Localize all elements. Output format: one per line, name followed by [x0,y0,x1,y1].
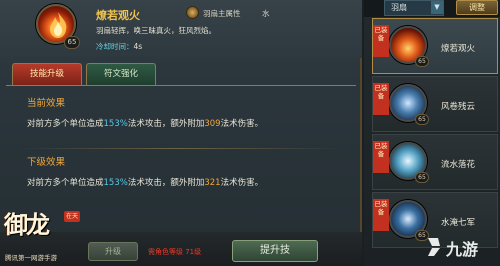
weapon-filter-label: 羽扇 [391,3,407,12]
sidebar-header: 羽扇 ▼ 调整 [364,0,500,17]
skill-list-item[interactable]: 65 流水落花 已装备 [372,134,498,190]
chevron-down-icon[interactable]: ▼ [431,1,443,14]
upgrade-button[interactable]: 升级 [88,242,138,261]
skill-list-item[interactable]: 65 风卷残云 已装备 [372,76,498,132]
fan-attribute-icon [186,6,199,19]
equipped-badge: 已装备 [373,25,389,57]
skill-header: 65 燎若观火 羽扇主属性 水 羽扇轻挥，唤三昧真火，狂风烈焰。 冷却时间：4s [0,0,362,58]
next-effect-title: 下级效果 [27,157,66,168]
next-effect-percent: 153% [103,178,128,188]
level-requirement: 需角色等级 71级 [148,248,202,256]
logo-title: 御龙 [4,210,50,239]
attribute-value: 水 [262,9,270,18]
game-logo: 御龙 在天 腾讯第一网游手游 [0,205,90,266]
tab-skill-upgrade[interactable]: 技能升级 [12,63,82,85]
attribute-label: 羽扇主属性 [203,9,241,18]
cooldown-value: 4s [133,42,143,51]
current-effect-text: 对前方多个单位造成153%法术攻击，额外附加309法术伤害。 [27,117,263,129]
skill-name: 燎若观火 [441,44,476,54]
skill-level-badge: 65 [64,36,80,49]
skill-list-sidebar: 羽扇 ▼ 调整 65 燎若观火 已装备 65 风卷残云 已装备 65 流水落花 … [364,0,500,266]
cooldown-row: 冷却时间：4s [96,41,142,52]
next-effect-bonus: 321 [204,178,221,188]
equipped-badge: 已装备 [373,199,389,231]
current-effect-bonus: 309 [204,119,221,129]
section-divider [20,148,340,149]
next-effect-part2: 法术攻击，额外附加 [127,178,205,188]
next-effect-part3: 法术伤害。 [220,178,264,188]
skill-level-badge: 65 [415,172,429,183]
nine-game-logo-icon [428,238,440,256]
watermark-text: 九游 [446,240,479,259]
skill-level-badge: 65 [415,114,429,125]
skill-list-item[interactable]: 65 燎若观火 已装备 [372,18,498,74]
skill-detail-panel: 65 燎若观火 羽扇主属性 水 羽扇轻挥，唤三昧真火，狂风烈焰。 冷却时间：4s… [0,0,362,266]
next-effect-part1: 对前方多个单位造成 [27,178,104,188]
skill-name: 燎若观火 [96,9,140,22]
tab-rune-enhance[interactable]: 符文强化 [86,63,156,85]
adjust-button[interactable]: 调整 [456,0,498,15]
enhance-skill-button[interactable]: 提升技 [232,240,318,262]
equipped-badge: 已装备 [373,141,389,173]
skill-name: 风卷残云 [441,102,476,112]
skill-name: 流水落花 [441,160,476,170]
cooldown-label: 冷却时间： [96,42,134,51]
skill-level-badge: 65 [415,56,429,67]
current-effect-title: 当前效果 [27,98,66,109]
current-effect-part1: 对前方多个单位造成 [27,119,104,129]
equipped-badge: 已装备 [373,83,389,115]
current-effect-part3: 法术伤害。 [220,119,264,129]
logo-subtitle: 腾讯第一网游手游 [5,254,57,262]
tab-divider [6,85,356,86]
current-effect-part2: 法术攻击，额外附加 [127,119,205,129]
logo-tag: 在天 [64,211,80,222]
watermark: 九游 [420,232,500,264]
skill-description: 羽扇轻挥，唤三昧真火，狂风烈焰。 [96,26,216,35]
next-effect-text: 对前方多个单位造成153%法术攻击，额外附加321法术伤害。 [27,176,263,188]
skill-name: 水淹七军 [441,218,476,228]
current-effect-percent: 153% [103,119,128,129]
